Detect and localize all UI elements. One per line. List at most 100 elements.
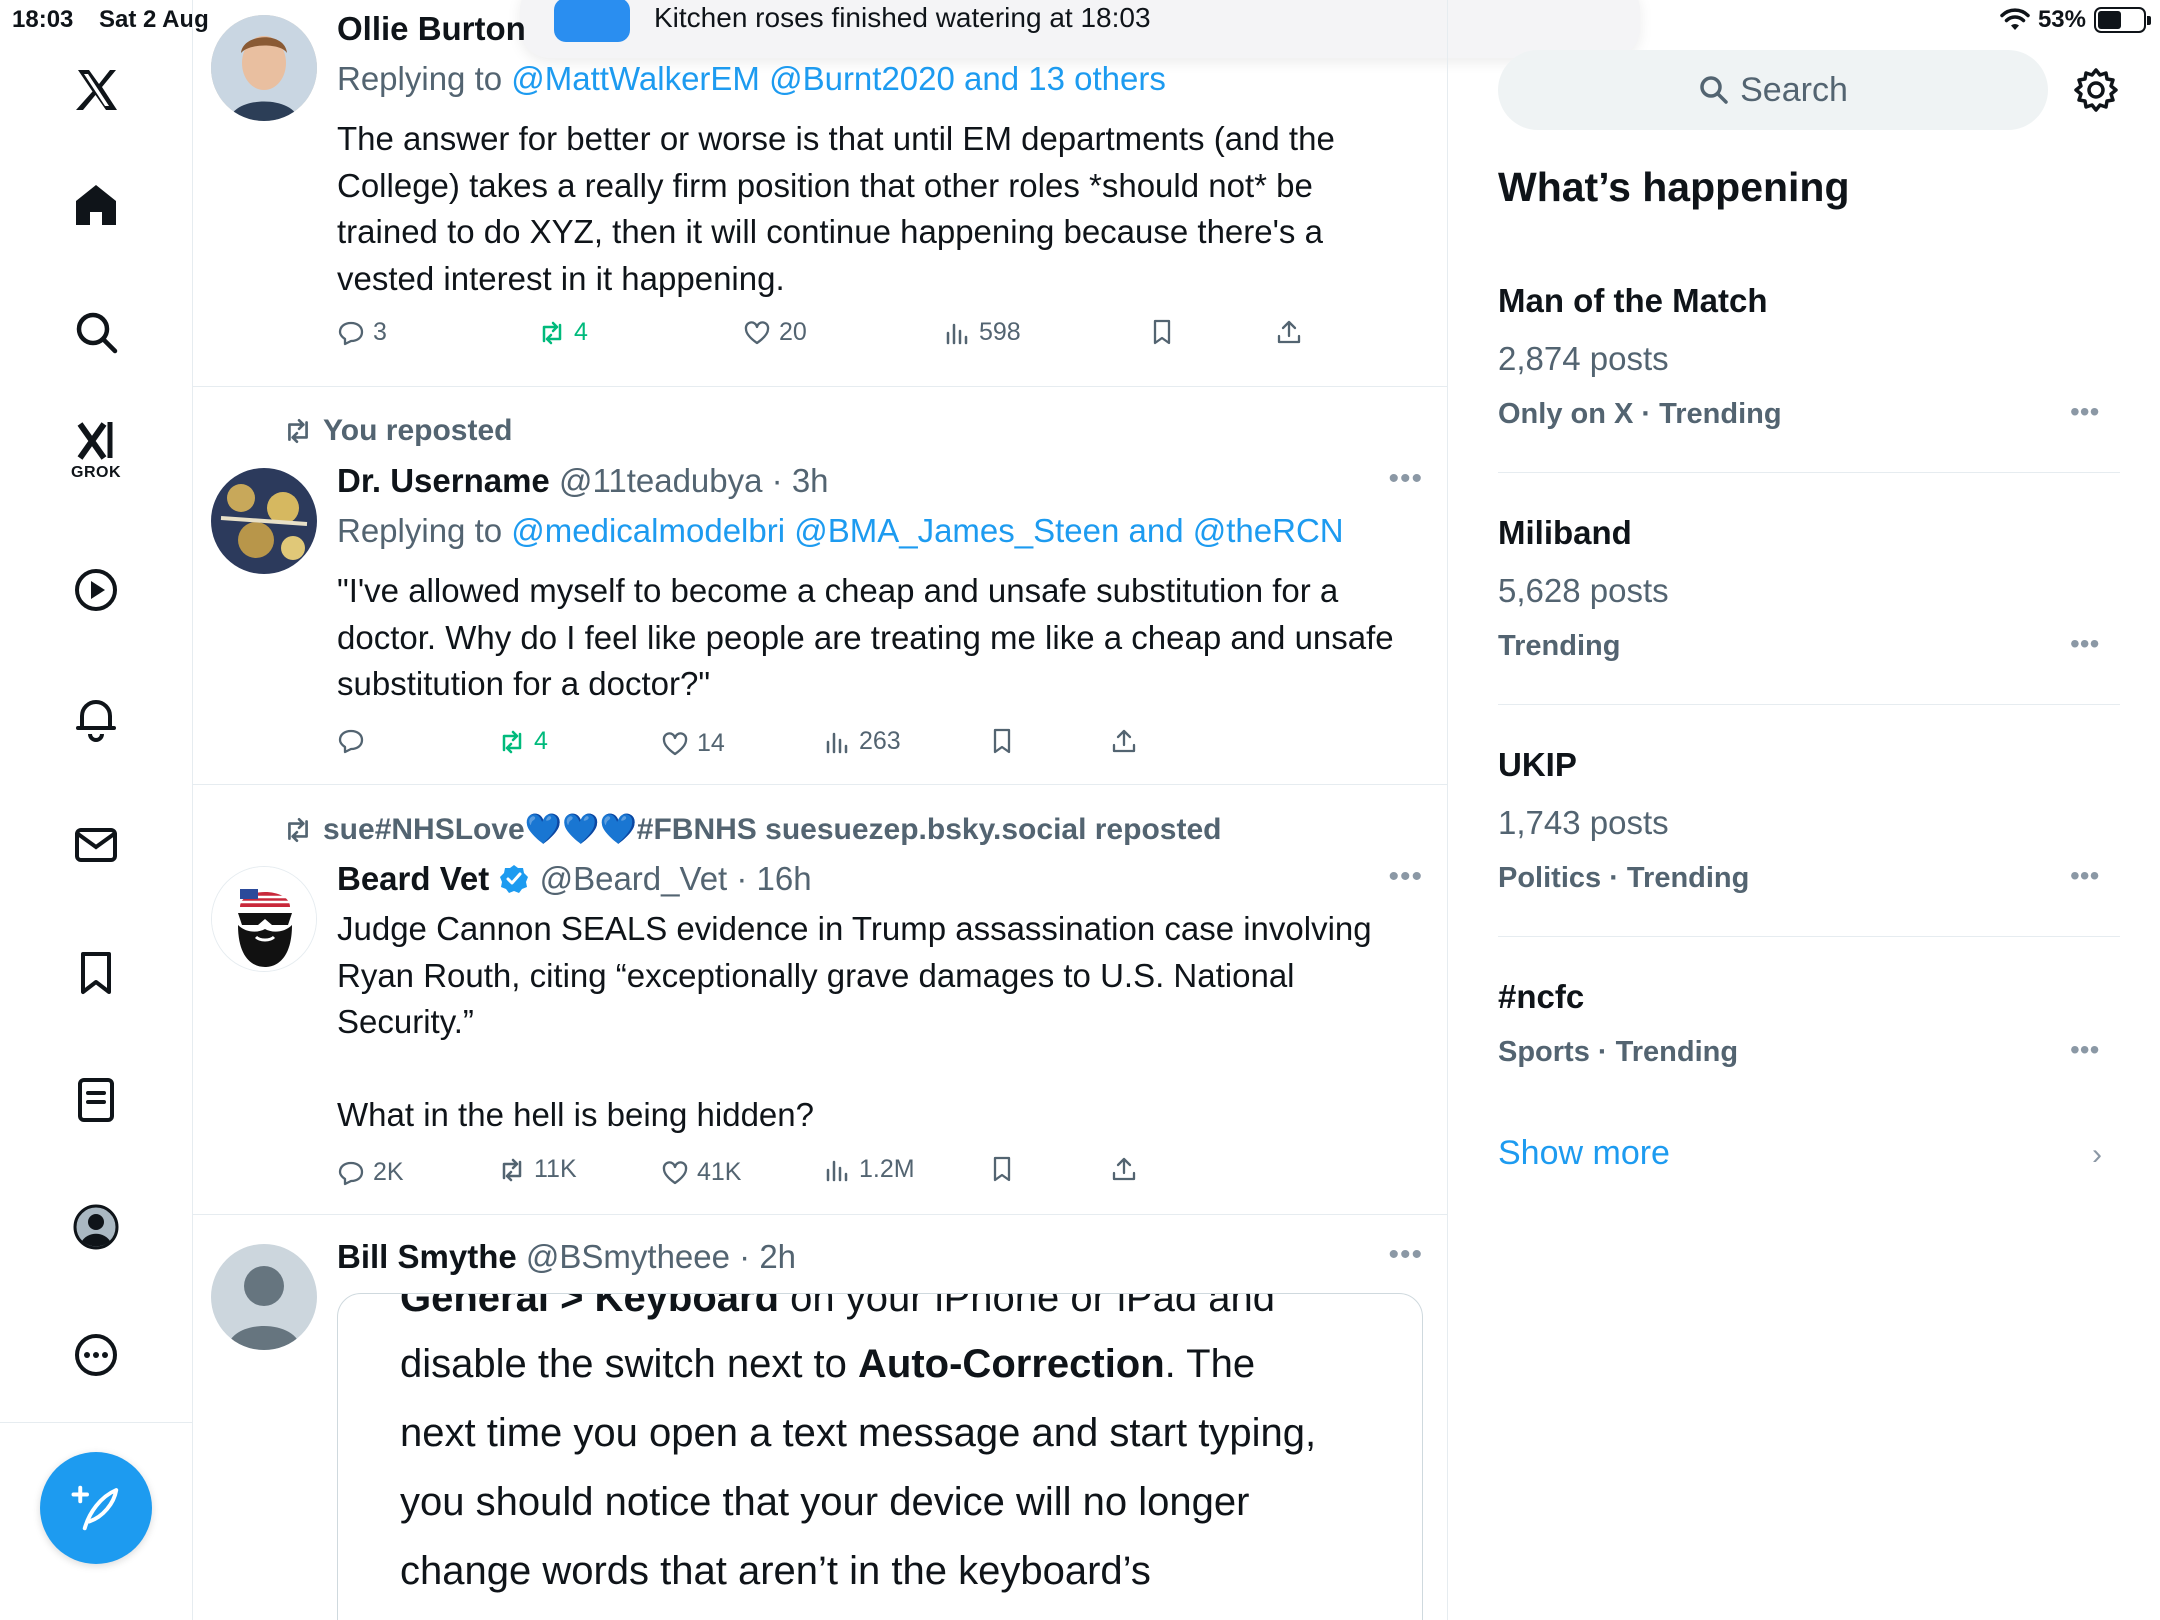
tweet-text-line: doctor. Why do I feel like people are tr… <box>337 618 1394 656</box>
tweet-divider <box>193 784 1447 785</box>
media-image-card[interactable]: General > Keyboard on your iPhone or iPa… <box>337 1293 1423 1620</box>
timestamp[interactable]: 3h <box>792 462 829 499</box>
trend-posts: 2,874 posts <box>1498 340 1669 377</box>
replying-to: Replying to @medicalmodelbri @BMA_James_… <box>337 512 1344 550</box>
share-icon <box>1112 1157 1136 1181</box>
bookmark-icon <box>993 728 1011 754</box>
views-button[interactable]: 1.2M <box>823 1155 915 1184</box>
repost-count: 4 <box>574 318 588 346</box>
lists-icon[interactable] <box>66 1070 126 1130</box>
left-nav: GROK <box>0 0 193 1620</box>
timestamp[interactable]: 2h <box>759 1238 796 1275</box>
trend-more-icon[interactable]: ••• <box>2070 628 2099 660</box>
like-button[interactable]: 14 <box>661 729 725 758</box>
reply-icon <box>338 321 364 345</box>
tweet-text-line: "I've allowed myself to become a cheap a… <box>337 572 1339 609</box>
handle[interactable]: @BSmytheee <box>526 1238 730 1275</box>
settings-gear-icon[interactable] <box>2072 66 2120 114</box>
video-icon[interactable] <box>66 560 126 620</box>
display-name[interactable]: Beard Vet <box>337 860 489 897</box>
tweet-text-line: vested interest in it happening. <box>337 259 785 297</box>
repost-context: You reposted <box>283 414 512 448</box>
tweet-text-line: What in the hell is being hidden? <box>337 1096 814 1133</box>
trend-more-icon[interactable]: ••• <box>2070 1034 2099 1066</box>
bell-icon[interactable] <box>66 688 126 748</box>
avatar[interactable] <box>211 866 317 972</box>
bookmark-button[interactable] <box>1148 318 1176 346</box>
search-icon[interactable] <box>66 302 126 362</box>
repost-button[interactable]: 4 <box>498 727 548 756</box>
display-name[interactable]: Dr. Username <box>337 462 550 499</box>
show-more-link[interactable]: Show more <box>1498 1134 1670 1173</box>
tweet-text-line: The answer for better or worse is that u… <box>337 120 1335 157</box>
display-name[interactable]: Ollie Burton <box>337 10 526 47</box>
more-options-icon[interactable]: ••• <box>1388 462 1423 496</box>
tweet-text-line: trained to do XYZ, then it will continue… <box>337 213 1323 250</box>
mail-icon[interactable] <box>66 815 126 875</box>
card-bold-text: Auto-Correction <box>858 1342 1165 1386</box>
grok-icon[interactable]: GROK <box>66 422 126 482</box>
compose-button[interactable] <box>40 1452 152 1564</box>
views-button[interactable]: 598 <box>943 318 1021 347</box>
trend-more-icon[interactable]: ••• <box>2070 396 2099 428</box>
like-button[interactable]: 20 <box>743 318 807 347</box>
trend-category: Trending <box>1498 630 1621 662</box>
avatar[interactable] <box>211 1244 317 1350</box>
whats-happening-heading: What’s happening <box>1498 164 1850 210</box>
reply-button[interactable] <box>337 727 373 755</box>
avatar[interactable] <box>211 15 317 121</box>
more-options-icon[interactable]: ••• <box>1388 1238 1423 1272</box>
display-name[interactable]: Bill Smythe <box>337 1238 517 1275</box>
verified-badge-icon <box>500 865 529 893</box>
bookmark-icon[interactable] <box>66 943 126 1003</box>
share-icon <box>1112 729 1136 753</box>
search-bar[interactable]: Search <box>1498 50 2048 130</box>
bookmark-icon <box>1153 319 1171 345</box>
share-button[interactable] <box>1275 318 1303 346</box>
replying-handles[interactable]: @MattWalkerEM @Burnt2020 and 13 others <box>511 60 1166 97</box>
share-button[interactable] <box>1110 727 1138 755</box>
handle[interactable]: @11teadubya <box>559 462 763 499</box>
card-text-line: change words that aren’t in the keyboard… <box>400 1549 1151 1593</box>
trend-more-icon[interactable]: ••• <box>2070 860 2099 892</box>
reply-count: 2K <box>373 1158 404 1186</box>
more-options-icon[interactable]: ••• <box>1388 860 1423 894</box>
trend-posts: 1,743 posts <box>1498 804 1669 841</box>
more-icon[interactable] <box>66 1325 126 1385</box>
views-count: 598 <box>979 318 1021 346</box>
card-text-line: General > Keyboard on your iPhone or iPa… <box>400 1293 1275 1321</box>
tweet-header: Dr. Username @11teadubya · 3h <box>337 462 829 499</box>
tweet-text: The answer for better or worse is that u… <box>337 116 1417 302</box>
like-count: 41K <box>697 1158 742 1186</box>
share-button[interactable] <box>1110 1155 1138 1183</box>
repost-count: 4 <box>534 727 548 755</box>
repost-context-text: sue#NHSLove💙💙💙#FBNHS suesuezep.bsky.soci… <box>323 813 1222 846</box>
like-button[interactable]: 41K <box>661 1158 741 1187</box>
x-logo-icon[interactable] <box>66 60 126 120</box>
bookmark-button[interactable] <box>988 727 1016 755</box>
trend-category: Only on X · Trending <box>1498 398 1782 430</box>
tweet-text-line: Ryan Routh, citing “exceptionally grave … <box>337 956 1295 994</box>
tweet-text-line: substitution for a doctor?" <box>337 665 711 702</box>
like-count: 14 <box>697 729 725 757</box>
grok-label: GROK <box>71 464 121 481</box>
bookmark-button[interactable] <box>988 1155 1016 1183</box>
heart-icon <box>662 1160 688 1184</box>
reply-button[interactable]: 2K <box>337 1158 404 1187</box>
views-button[interactable]: 263 <box>823 727 901 756</box>
timestamp[interactable]: 16h <box>757 860 812 897</box>
repost-button[interactable]: 4 <box>538 318 588 347</box>
tweet-text-line: Security.” <box>337 1003 474 1040</box>
reply-button[interactable]: 3 <box>337 318 387 347</box>
avatar[interactable] <box>211 468 317 574</box>
repost-button[interactable]: 11K <box>498 1155 577 1184</box>
profile-icon[interactable] <box>66 1197 126 1257</box>
handle[interactable]: @Beard_Vet <box>540 860 728 897</box>
repost-count: 11K <box>534 1155 577 1183</box>
views-count: 263 <box>859 727 901 755</box>
replying-handles[interactable]: @medicalmodelbri @BMA_James_Steen and @t… <box>511 512 1343 549</box>
card-text: on your iPhone or iPad and <box>779 1293 1275 1320</box>
trend-title: #ncfc <box>1498 978 1585 1015</box>
tweet-text-line: Judge Cannon SEALS evidence in Trump ass… <box>337 910 1372 947</box>
home-icon[interactable] <box>66 175 126 235</box>
